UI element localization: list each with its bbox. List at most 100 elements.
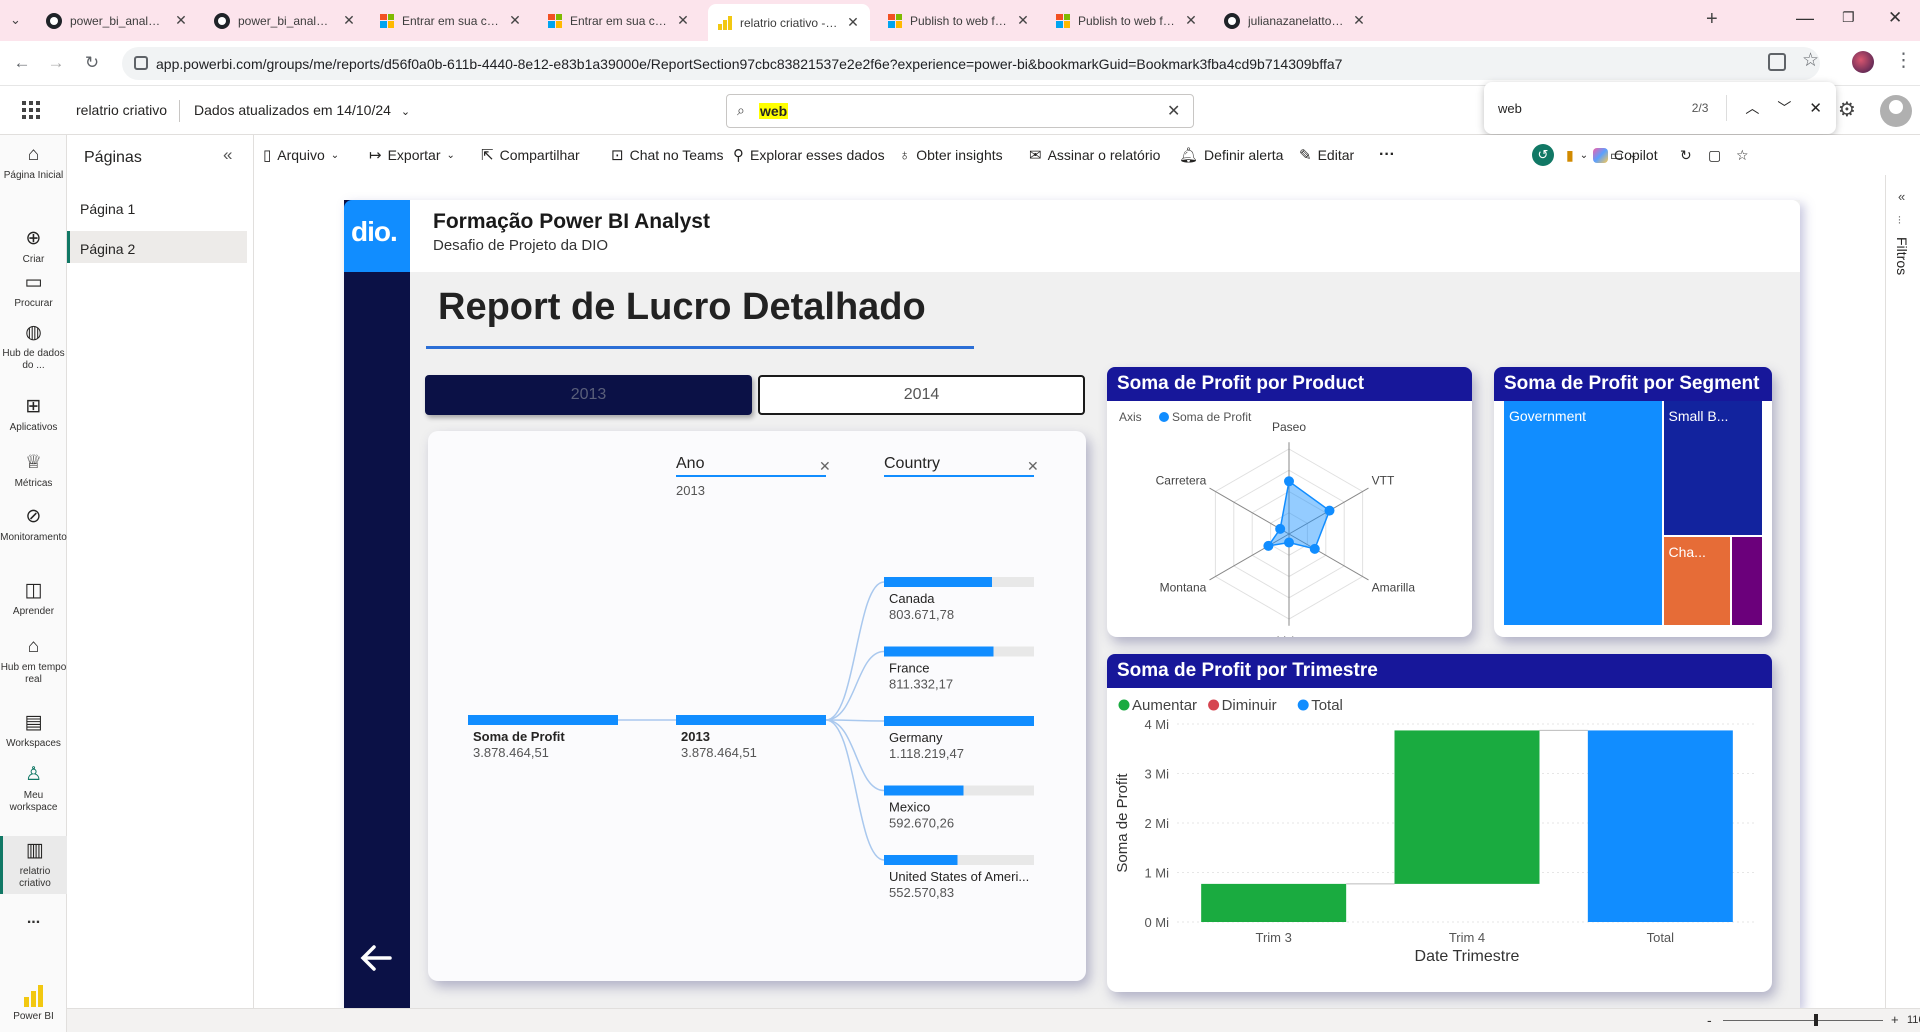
decomp-bar[interactable] — [884, 716, 1034, 726]
toolbar-button[interactable]: ⇱ Compartilhar — [481, 135, 580, 175]
nav-item[interactable]: ♙ Meu workspace — [0, 764, 67, 814]
browser-tab[interactable]: Entrar em sua conta ✕ — [370, 6, 532, 35]
forward-arrow-icon[interactable]: → — [44, 51, 68, 75]
toolbar-button[interactable]: ♁ Obter insights — [899, 135, 1003, 175]
app-launcher-icon[interactable] — [22, 101, 40, 119]
page-tab[interactable]: Página 2 — [67, 231, 247, 263]
expand-filters-icon[interactable]: « — [1898, 189, 1905, 204]
browser-tab[interactable]: Publish to web from Pow ✕ — [1046, 6, 1208, 35]
favorite-star-button[interactable]: ☆ — [1736, 135, 1749, 175]
year-button-2013[interactable]: 2013 — [425, 375, 752, 415]
decomp-bar[interactable] — [884, 855, 958, 865]
toolbar-button[interactable]: ⚲ Explorar esses dados — [733, 135, 885, 175]
close-tab-icon[interactable]: ✕ — [1016, 12, 1030, 29]
browser-tab[interactable]: power_bi_analyst/Módulo ✕ — [204, 6, 366, 35]
remove-level-icon[interactable]: ✕ — [819, 458, 831, 474]
treemap-cell[interactable] — [1731, 537, 1762, 625]
close-tab-icon[interactable]: ✕ — [174, 12, 188, 29]
nav-item[interactable]: ⊘ Monitoramento — [0, 506, 67, 544]
nav-item[interactable]: ⌂ Hub em tempo real — [0, 636, 67, 686]
treemap-cell[interactable]: Small B... — [1663, 401, 1762, 536]
browser-menu-icon[interactable]: ⋮ — [1894, 49, 1913, 72]
decomp-bar[interactable] — [884, 785, 964, 796]
nav-item[interactable]: ⌂ Página Inicial — [0, 144, 67, 182]
close-tab-icon[interactable]: ✕ — [676, 12, 690, 29]
reset-button[interactable]: ↺ — [1532, 135, 1554, 175]
toolbar-button[interactable]: ✉ Assinar o relatório — [1029, 135, 1160, 175]
nav-item[interactable]: ▥ relatrio criativo — [0, 836, 67, 894]
zoom-slider-track[interactable] — [1723, 1020, 1883, 1021]
close-tab-icon[interactable]: ✕ — [846, 14, 860, 31]
treemap-cell[interactable]: Government — [1504, 401, 1662, 625]
find-next-icon[interactable]: ﹀ — [1777, 98, 1791, 118]
nav-item[interactable]: ⊞ Aplicativos — [0, 396, 67, 434]
close-tab-icon[interactable]: ✕ — [508, 12, 522, 29]
clear-search-icon[interactable]: ✕ — [1167, 101, 1180, 121]
toolbar-button[interactable]: ▯ Arquivo ⌄ — [263, 135, 339, 175]
close-tab-icon[interactable]: ✕ — [1184, 12, 1198, 29]
account-avatar[interactable] — [1880, 95, 1912, 127]
radar-point[interactable] — [1284, 537, 1294, 548]
nav-item[interactable]: ▭ Procurar — [0, 272, 67, 310]
remove-level-icon[interactable]: ✕ — [1027, 458, 1039, 474]
waterfall-bar[interactable] — [1394, 730, 1540, 884]
data-updated-dropdown[interactable]: Dados atualizados em 14/10/24 ⌄ — [194, 102, 410, 118]
global-search-box[interactable]: ⌕ web ✕ — [726, 94, 1194, 128]
settings-gear-icon[interactable]: ⚙ — [1838, 97, 1856, 122]
minimize-button[interactable]: — — [1796, 8, 1814, 29]
filters-pane-collapsed[interactable]: « ⫶ Filtros — [1885, 175, 1920, 1008]
install-app-icon[interactable] — [1768, 53, 1786, 71]
comment-button[interactable]: ▢ — [1708, 135, 1721, 175]
nav-item[interactable]: ⊕ Criar — [0, 228, 67, 266]
url-input[interactable]: app.powerbi.com/groups/me/reports/d56f0a… — [122, 47, 1820, 80]
collapse-pages-icon[interactable]: « — [223, 145, 232, 165]
find-close-icon[interactable]: ✕ — [1809, 99, 1822, 117]
back-arrow-icon[interactable]: ← — [10, 51, 34, 75]
bookmark-star-icon[interactable]: ☆ — [1802, 49, 1819, 72]
decomp-bar[interactable] — [468, 715, 618, 725]
refresh-button[interactable]: ↻ — [1680, 135, 1692, 175]
profile-avatar[interactable] — [1852, 51, 1874, 73]
zoom-in-button[interactable]: + — [1891, 1012, 1899, 1027]
waterfall-bar[interactable] — [1587, 730, 1733, 922]
radar-point[interactable] — [1275, 523, 1286, 534]
zoom-out-button[interactable]: - — [1707, 1012, 1712, 1028]
powerbi-brand[interactable]: Power BI — [0, 985, 67, 1023]
decomp-bar[interactable] — [884, 577, 992, 587]
browser-tab[interactable]: relatrio criativo - Power BI ✕ — [708, 4, 870, 41]
reload-icon[interactable]: ↻ — [80, 51, 104, 75]
nav-item[interactable]: ♕ Métricas — [0, 452, 67, 490]
year-button-2014[interactable]: 2014 — [758, 375, 1085, 415]
toolbar-button[interactable]: 🔔︎ Definir alerta — [1179, 135, 1283, 175]
radar-point[interactable] — [1324, 505, 1335, 516]
browser-tab[interactable]: power_bi_analyst/Módulo ✕ — [36, 6, 198, 35]
toolbar-button[interactable]: ✎ Editar — [1299, 135, 1354, 175]
find-input[interactable]: web — [1498, 101, 1674, 116]
zoom-slider-thumb[interactable] — [1813, 1014, 1818, 1026]
restore-button[interactable]: ❐ — [1842, 9, 1855, 26]
nav-item[interactable]: ▤ Workspaces — [0, 712, 67, 750]
page-tab[interactable]: Página 1 — [67, 191, 247, 223]
bookmarks-button[interactable]: ▮ ⌄ — [1566, 135, 1588, 175]
browser-tab[interactable]: Publish to web from Pow ✕ — [878, 6, 1040, 35]
radar-point[interactable] — [1263, 540, 1274, 551]
treemap-cell[interactable]: Cha... — [1663, 537, 1730, 625]
find-previous-icon[interactable]: ︿ — [1745, 98, 1759, 118]
waterfall-bar[interactable] — [1201, 883, 1347, 922]
tab-search-icon[interactable]: ⌄ — [10, 12, 21, 28]
more-options-icon[interactable]: ... — [0, 911, 67, 927]
report-name[interactable]: relatrio criativo — [76, 102, 167, 118]
close-tab-icon[interactable]: ✕ — [1352, 12, 1366, 29]
decomp-bar[interactable] — [884, 646, 994, 657]
toolbar-button[interactable]: ⊡ Chat no Teams — [611, 135, 723, 175]
toolbar-button[interactable]: ↦ Exportar ⌄ — [369, 135, 455, 175]
close-tab-icon[interactable]: ✕ — [342, 12, 356, 29]
view-button[interactable]: ▭ ⌄ — [1610, 135, 1638, 175]
nav-item[interactable]: ◫ Aprender — [0, 580, 67, 618]
search-input[interactable]: web — [759, 103, 789, 119]
back-arrow-icon[interactable] — [356, 938, 396, 978]
site-info-icon[interactable] — [134, 56, 148, 70]
radar-point[interactable] — [1284, 476, 1294, 487]
decomp-bar[interactable] — [676, 715, 826, 725]
nav-item[interactable]: ◍ Hub de dados do ... — [0, 322, 67, 372]
